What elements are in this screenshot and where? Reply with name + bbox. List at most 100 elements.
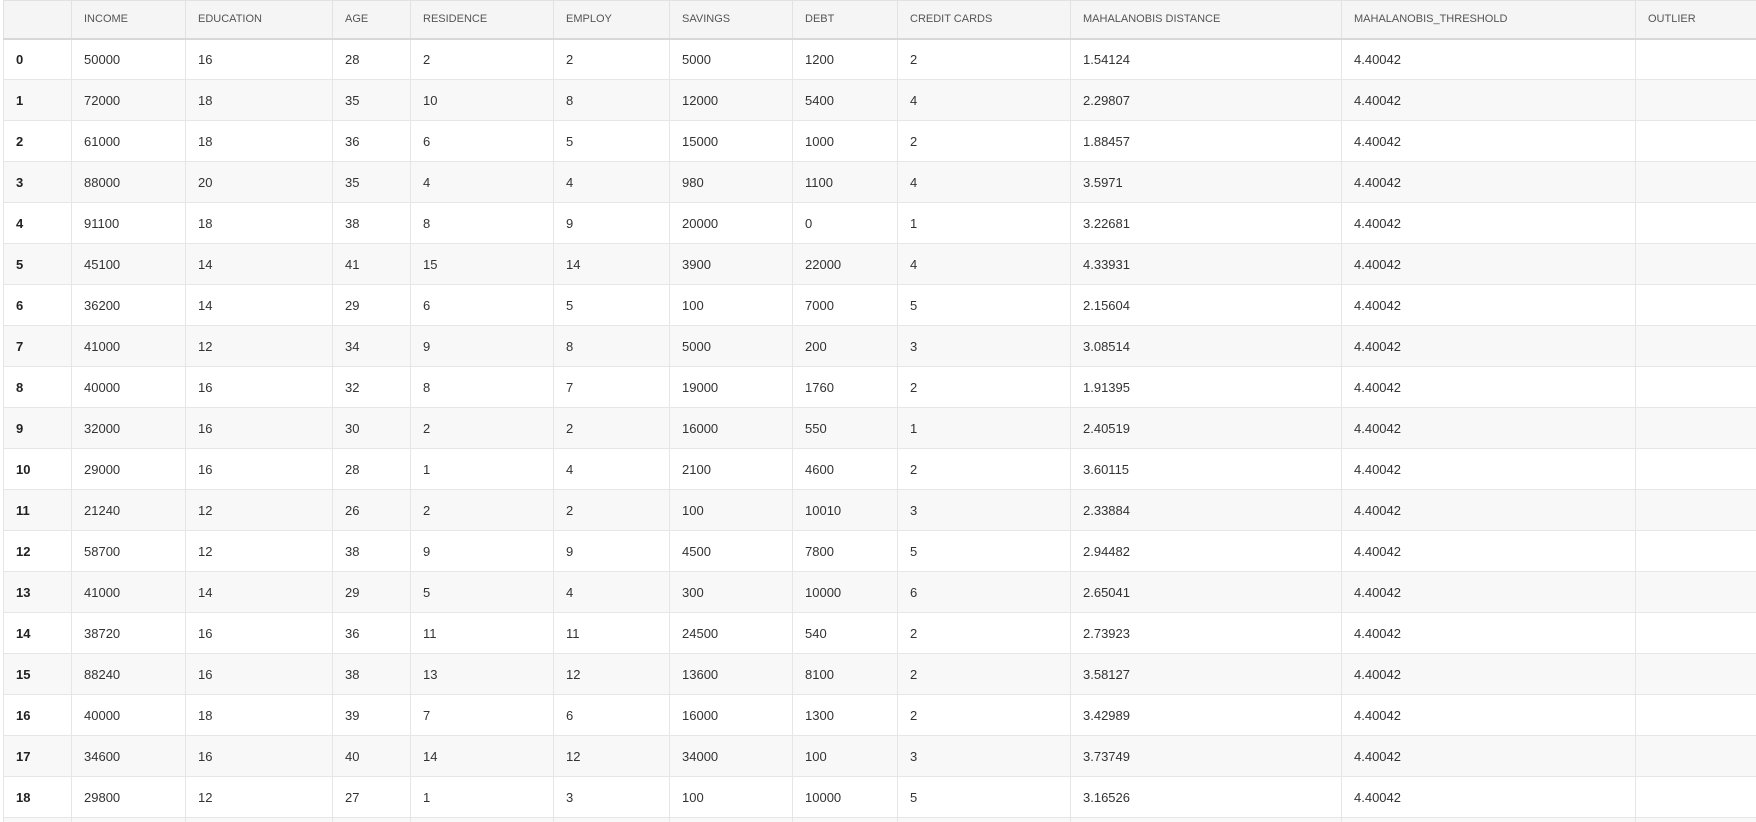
column-header-credit-cards[interactable]: CREDIT CARDS	[897, 0, 1071, 40]
cell-mahalanobis-threshold: 4.40042	[1341, 653, 1636, 695]
column-header-residence[interactable]: RESIDENCE	[410, 0, 554, 40]
cell-credit-cards: 3	[897, 735, 1071, 777]
cell-outlier	[1635, 243, 1756, 285]
cell-mahalanobis-distance: 2.33884	[1070, 489, 1342, 531]
column-header-age[interactable]: AGE	[332, 0, 411, 40]
cell-employ: 12	[553, 735, 670, 777]
cell-debt: 10000	[792, 571, 898, 613]
cell-residence: 6	[410, 284, 554, 326]
table-row[interactable]: 5 45100 14 41 15 14 3900 22000 4 4.33931 4.40042	[3, 243, 1756, 285]
table-row[interactable]: 13 41000 14 29 5 4 300 10000 6 2.65041 4.40042	[3, 571, 1756, 613]
cell-age: 41	[332, 243, 411, 285]
cell-mahalanobis-distance: 2.94482	[1070, 530, 1342, 572]
cell-education: 16	[185, 735, 333, 777]
table-row[interactable]: 8 40000 16 32 8 7 19000 1760 2 1.91395 4.40042	[3, 366, 1756, 408]
table-row[interactable]: 11 21240 12 26 2 2 100 10010 3 2.33884 4.40042	[3, 489, 1756, 531]
cell-education: 14	[185, 284, 333, 326]
cell-income: 61000	[71, 120, 186, 162]
cell-savings: 100	[669, 284, 793, 326]
table-row[interactable]: 12 58700 12 38 9 9 4500 7800 5 2.94482 4.40042	[3, 530, 1756, 572]
cell-mahalanobis-distance: 1.91395	[1070, 366, 1342, 408]
table-row[interactable]: 3 88000 20 35 4 4 980 1100 4 3.5971 4.40042	[3, 161, 1756, 203]
cell-mahalanobis-distance: 3.73749	[1070, 735, 1342, 777]
table-row[interactable]: 7 41000 12 34 9 8 5000 200 3 3.08514 4.40042	[3, 325, 1756, 367]
cell-residence: 1	[410, 448, 554, 490]
table-row[interactable]: 0 50000 16 28 2 2 5000 1200 2 1.54124 4.40042	[3, 38, 1756, 80]
cell-savings: 34000	[669, 735, 793, 777]
cell-residence: 2	[410, 489, 554, 531]
cell-debt: 7000	[792, 284, 898, 326]
cell-mahalanobis-threshold: 4.40042	[1341, 612, 1636, 654]
cell-residence: 2	[410, 38, 554, 80]
cell-mahalanobis-threshold: 4.40042	[1341, 489, 1636, 531]
table-row[interactable]: 4 91100 18 38 8 9 20000 0 1 3.22681 4.40042	[3, 202, 1756, 244]
cell-mahalanobis-threshold: 4.40042	[1341, 776, 1636, 818]
column-header-mahalanobis-threshold[interactable]: MAHALANOBIS_THRESHOLD	[1341, 0, 1636, 40]
column-header-income[interactable]: INCOME	[71, 0, 186, 40]
cell-employ: 5	[553, 284, 670, 326]
table-row[interactable]: 15 88240 16 38 13 12 13600 8100 2 3.58127 4.40042	[3, 653, 1756, 695]
cell-income: 29800	[71, 776, 186, 818]
column-header-outlier[interactable]: OUTLIER	[1635, 0, 1756, 40]
cell-outlier	[1635, 571, 1756, 613]
column-header-mahalanobis-distance[interactable]: MAHALANOBIS DISTANCE	[1070, 0, 1342, 40]
table-row[interactable]: 1 72000 18 35 10 8 12000 5400 4 2.29807 4.40042	[3, 79, 1756, 121]
cell-age: 40	[332, 735, 411, 777]
cell-education: 16	[185, 653, 333, 695]
row-index-cell: 0	[3, 38, 72, 80]
cell-outlier	[1635, 817, 1756, 822]
cell-residence: 13	[410, 653, 554, 695]
cell-credit-cards: 4	[897, 243, 1071, 285]
cell-savings: 300	[669, 571, 793, 613]
table-row[interactable]: 19	[3, 817, 1756, 822]
column-header-index[interactable]	[3, 0, 72, 40]
cell-education: 18	[185, 202, 333, 244]
cell-credit-cards: 2	[897, 366, 1071, 408]
table-row[interactable]: 14 38720 16 36 11 11 24500 540 2 2.73923 4.40042	[3, 612, 1756, 654]
column-header-education[interactable]: EDUCATION	[185, 0, 333, 40]
cell-residence: 5	[410, 571, 554, 613]
cell-age: 34	[332, 325, 411, 367]
cell-residence: 14	[410, 735, 554, 777]
cell-employ: 8	[553, 79, 670, 121]
cell-income: 29000	[71, 448, 186, 490]
cell-savings: 980	[669, 161, 793, 203]
table-row[interactable]: 16 40000 18 39 7 6 16000 1300 2 3.42989 4.40042	[3, 694, 1756, 736]
cell-mahalanobis-distance: 2.15604	[1070, 284, 1342, 326]
table-row[interactable]: 17 34600 16 40 14 12 34000 100 3 3.73749 4.40042	[3, 735, 1756, 777]
cell-income: 45100	[71, 243, 186, 285]
cell-mahalanobis-threshold: 4.40042	[1341, 448, 1636, 490]
cell-income: 36200	[71, 284, 186, 326]
cell-savings: 16000	[669, 407, 793, 449]
cell-residence: 15	[410, 243, 554, 285]
column-header-savings[interactable]: SAVINGS	[669, 0, 793, 40]
cell-savings: 5000	[669, 38, 793, 80]
cell-mahalanobis-distance: 3.22681	[1070, 202, 1342, 244]
column-header-debt[interactable]: DEBT	[792, 0, 898, 40]
cell-education: 12	[185, 776, 333, 818]
cell-mahalanobis-distance: 4.33931	[1070, 243, 1342, 285]
cell-savings: 12000	[669, 79, 793, 121]
table-row[interactable]: 10 29000 16 28 1 4 2100 4600 2 3.60115 4.40042	[3, 448, 1756, 490]
cell-credit-cards: 2	[897, 448, 1071, 490]
table-row[interactable]: 18 29800 12 27 1 3 100 10000 5 3.16526 4.40042	[3, 776, 1756, 818]
cell-income: 91100	[71, 202, 186, 244]
table-row[interactable]: 9 32000 16 30 2 2 16000 550 1 2.40519 4.40042	[3, 407, 1756, 449]
cell-outlier	[1635, 161, 1756, 203]
cell-mahalanobis-distance: 2.73923	[1070, 612, 1342, 654]
column-header-employ[interactable]: EMPLOY	[553, 0, 670, 40]
cell-debt: 0	[792, 202, 898, 244]
cell-employ	[553, 817, 670, 822]
cell-income: 41000	[71, 571, 186, 613]
cell-employ: 2	[553, 407, 670, 449]
cell-age: 27	[332, 776, 411, 818]
row-index-cell: 11	[3, 489, 72, 531]
row-index-cell: 10	[3, 448, 72, 490]
cell-debt: 550	[792, 407, 898, 449]
cell-credit-cards: 6	[897, 571, 1071, 613]
table-row[interactable]: 2 61000 18 36 6 5 15000 1000 2 1.88457 4.40042	[3, 120, 1756, 162]
row-index-cell: 5	[3, 243, 72, 285]
cell-income: 88000	[71, 161, 186, 203]
table-row[interactable]: 6 36200 14 29 6 5 100 7000 5 2.15604 4.40042	[3, 284, 1756, 326]
cell-income: 21240	[71, 489, 186, 531]
